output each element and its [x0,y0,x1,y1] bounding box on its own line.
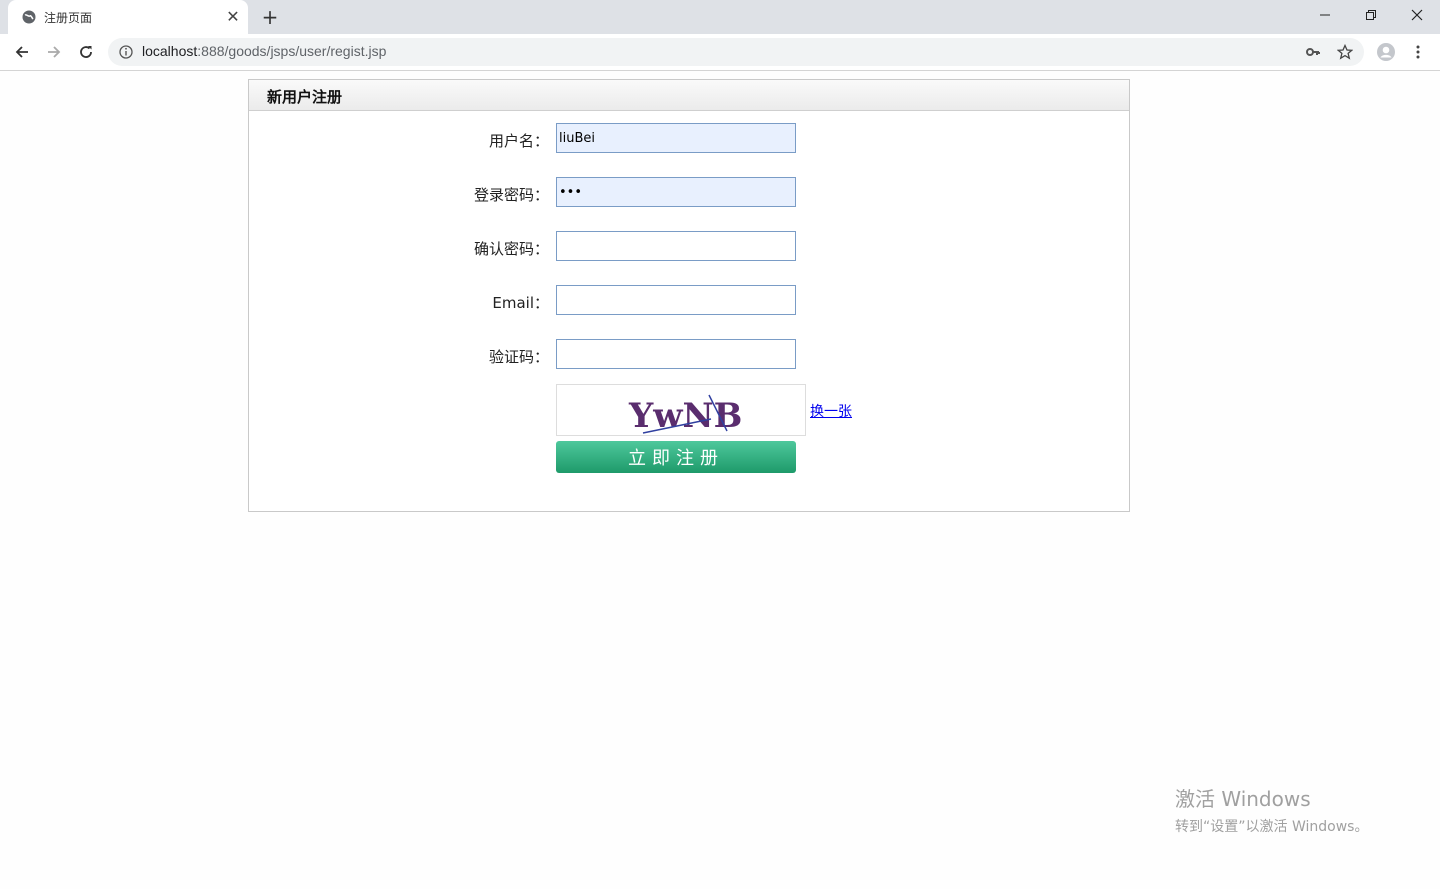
browser-toolbar: localhost:888/goods/jsps/user/regist.jsp [0,34,1440,71]
username-input[interactable] [556,123,796,153]
panel-header: 新用户注册 [249,80,1129,111]
url-host: localhost [142,43,198,59]
address-bar[interactable]: localhost:888/goods/jsps/user/regist.jsp [108,38,1364,66]
windows-activation-watermark: 激活 Windows 转到“设置”以激活 Windows。 [1175,783,1368,836]
menu-icon[interactable] [1406,40,1430,64]
minimize-icon[interactable] [1302,0,1348,30]
globe-icon [21,9,37,25]
captcha-graphic: YwNB [628,394,742,436]
avatar-icon[interactable] [1374,40,1398,64]
register-button[interactable]: 立即注册 [556,441,796,473]
email-field[interactable] [556,285,796,315]
password-input[interactable] [556,177,796,207]
close-icon[interactable]: ✕ [224,8,242,26]
key-icon[interactable] [1304,43,1322,61]
info-icon[interactable] [118,44,134,60]
captcha-image: YwNB [556,384,806,436]
forward-icon[interactable] [42,40,66,64]
back-icon[interactable] [10,40,34,64]
email-label: Email： [492,294,549,312]
captcha-label: 验证码： [488,348,549,366]
password-label: 登录密码： [473,186,549,204]
tab-title: 注册页面 [44,11,93,25]
confirm-password-input[interactable] [556,231,796,261]
url-path: :888/goods/jsps/user/regist.jsp [197,43,387,59]
watermark-subtitle: 转到“设置”以激活 Windows。 [1175,819,1369,835]
captcha-input[interactable] [556,339,796,369]
username-label: 用户名： [488,132,549,150]
page-title: 新用户注册 [267,88,343,106]
url-text: localhost:888/goods/jsps/user/regist.jsp [142,43,386,59]
reload-icon[interactable] [74,40,98,64]
confirm-password-label: 确认密码： [473,240,549,258]
register-panel: 新用户注册 用户名： 登录密码： 确认密码： Email： 验证码： YwNB … [248,79,1130,512]
tab-strip: 注册页面 ✕ + [0,0,1440,34]
captcha-refresh-link[interactable]: 换一张 [810,401,852,421]
plus-icon[interactable]: + [258,6,282,28]
restore-icon[interactable] [1348,0,1394,30]
captcha-text: YwNB [628,396,742,435]
star-icon[interactable] [1336,43,1354,61]
watermark-title: 激活 Windows [1175,787,1311,811]
close-window-icon[interactable] [1394,0,1440,30]
browser-tab[interactable]: 注册页面 ✕ [8,0,248,34]
